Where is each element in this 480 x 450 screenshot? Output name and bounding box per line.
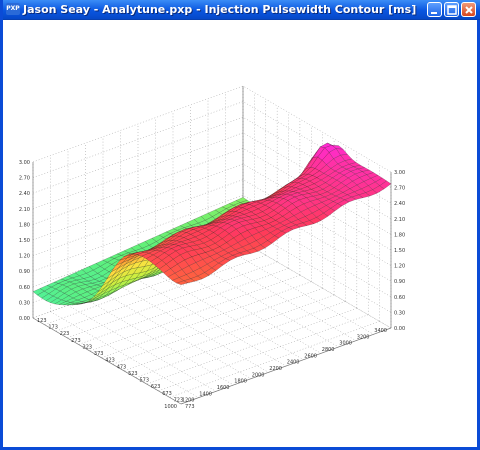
z-tick-label-right: 1.50 bbox=[394, 248, 405, 254]
load-tick-label: 723 bbox=[174, 397, 184, 403]
surface-plot[interactable]: 0.00 0.00 0.30 0.30 0.60 0.60 0.90 0.90 1.20 1.20… bbox=[3, 20, 480, 450]
z-tick-label-left: 0.60 bbox=[19, 285, 30, 291]
load-tick-label: 273 bbox=[71, 338, 81, 344]
load-tick-label: 423 bbox=[105, 358, 115, 364]
floor-gridline bbox=[190, 260, 339, 348]
floor-gridline bbox=[120, 286, 269, 373]
rpm-tick-label: 1200 bbox=[182, 398, 195, 404]
floor-gridline bbox=[123, 294, 335, 372]
maximize-icon bbox=[447, 5, 457, 15]
app-window: PXP Jason Seay - Analytune.pxp - Injecti… bbox=[0, 0, 480, 450]
z-tick-label-left: 1.20 bbox=[19, 254, 30, 260]
load-tick-label: 373 bbox=[94, 351, 104, 357]
rpm-tick-label: 1800 bbox=[234, 379, 247, 385]
rpm-tick-label: 1000 bbox=[164, 404, 177, 410]
load-tick-label: 523 bbox=[128, 371, 138, 377]
floor-gridline bbox=[101, 281, 312, 358]
z-tick-label-left: 2.70 bbox=[19, 176, 30, 182]
rpm-tick-label: 2200 bbox=[269, 366, 282, 372]
minimize-icon bbox=[431, 12, 437, 14]
load-tick-label: 223 bbox=[60, 331, 70, 337]
maximize-button[interactable] bbox=[444, 2, 459, 17]
floor-gridline bbox=[155, 273, 304, 360]
rpm-tick-label: 2000 bbox=[252, 372, 265, 378]
rpm-tick-label: 1400 bbox=[199, 391, 212, 397]
z-tick-label-left: 2.10 bbox=[19, 207, 30, 213]
rpm-tick-label: 3000 bbox=[339, 341, 352, 347]
app-icon: PXP bbox=[6, 3, 20, 15]
floor-gridline bbox=[158, 314, 369, 392]
z-tick-label-right: 2.40 bbox=[394, 201, 405, 207]
z-tick-label-right: 0.60 bbox=[394, 295, 405, 301]
z-tick-label-left: 0.00 bbox=[19, 316, 30, 322]
z-tick-label-right: 3.00 bbox=[394, 170, 405, 176]
z-tick-label-left: 1.50 bbox=[19, 238, 30, 244]
z-tick-label-right: 2.70 bbox=[394, 186, 405, 192]
floor-gridline bbox=[137, 279, 287, 367]
floor-gridline bbox=[169, 321, 380, 398]
z-tick-label-right: 2.10 bbox=[394, 217, 405, 223]
z-tick-label-left: 0.90 bbox=[19, 269, 30, 275]
load-tick-label: 173 bbox=[48, 325, 58, 331]
floor-gridline bbox=[112, 288, 323, 365]
window-title: Jason Seay - Analytune.pxp - Injection P… bbox=[23, 3, 417, 16]
load-tick-label: 123 bbox=[37, 318, 47, 324]
load-tick-label: 323 bbox=[83, 344, 93, 350]
z-tick-label-left: 1.80 bbox=[19, 222, 30, 228]
z-tick-label-right: 1.80 bbox=[394, 232, 405, 238]
close-icon bbox=[465, 6, 473, 14]
load-tick-label: 673 bbox=[162, 391, 172, 397]
floor-gridline bbox=[135, 301, 346, 378]
floor-gridline bbox=[50, 311, 199, 398]
close-button[interactable] bbox=[461, 2, 476, 17]
rpm-tick-label: 2600 bbox=[304, 353, 317, 359]
rpm-tick-label: 2400 bbox=[287, 360, 300, 366]
load-tick-label: 573 bbox=[139, 378, 149, 384]
surface-mesh bbox=[32, 142, 392, 306]
floor-gridline bbox=[207, 254, 357, 341]
load-tick-label: 773 bbox=[185, 404, 195, 410]
title-bar[interactable]: PXP Jason Seay - Analytune.pxp - Injecti… bbox=[3, 0, 480, 20]
z-tick-label-right: 0.90 bbox=[394, 279, 405, 285]
rpm-tick-label: 3200 bbox=[357, 334, 370, 340]
floor-gridline bbox=[85, 298, 234, 386]
floor-gridline bbox=[225, 248, 374, 335]
minimize-button[interactable] bbox=[427, 2, 442, 17]
rpm-tick-label: 1600 bbox=[217, 385, 230, 391]
z-tick-label-right: 0.00 bbox=[394, 326, 405, 332]
load-tick-label: 623 bbox=[151, 384, 161, 390]
z-tick-label-left: 2.40 bbox=[19, 191, 30, 197]
z-tick-label-right: 0.30 bbox=[394, 310, 405, 316]
load-tick-label: 473 bbox=[117, 364, 127, 370]
z-tick-label-left: 0.30 bbox=[19, 300, 30, 306]
z-tick-label-left: 3.00 bbox=[19, 160, 30, 166]
z-tick-label-right: 1.20 bbox=[394, 264, 405, 270]
rpm-tick-label: 2800 bbox=[322, 347, 335, 353]
rpm-tick-label: 3400 bbox=[374, 328, 387, 334]
